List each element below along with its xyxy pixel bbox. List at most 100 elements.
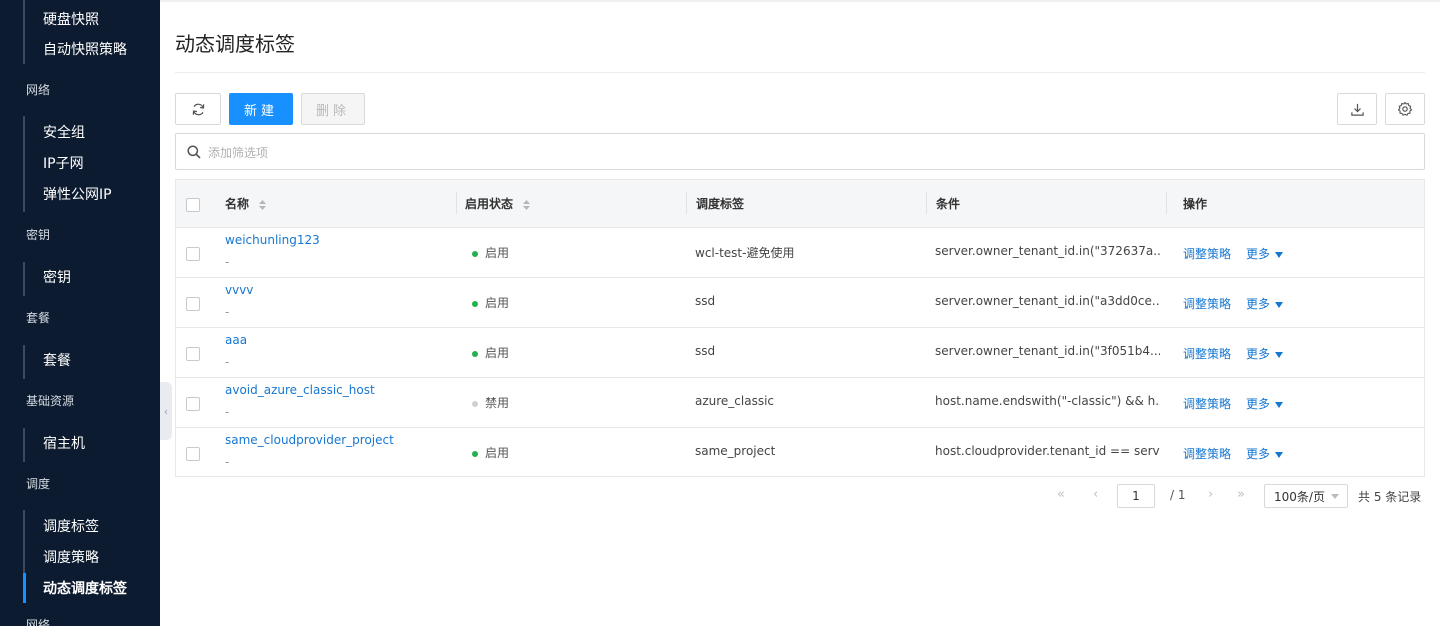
page-size-select[interactable]: 100条/页 — [1264, 484, 1348, 508]
caret-down-icon — [1275, 301, 1284, 308]
settings-button[interactable] — [1385, 93, 1425, 125]
more-dropdown[interactable]: 更多 — [1246, 395, 1284, 412]
total-pages: / 1 — [1170, 488, 1186, 502]
sidebar-collapse-handle[interactable]: ‹ — [160, 382, 172, 440]
more-label: 更多 — [1246, 397, 1271, 411]
more-dropdown[interactable]: 更多 — [1246, 245, 1284, 262]
row-checkbox[interactable] — [186, 297, 200, 311]
row-checkbox[interactable] — [186, 397, 200, 411]
sidebar-item-hosts[interactable]: 宿主机 — [43, 434, 85, 454]
sidebar-group-line — [23, 116, 25, 212]
row-condition: host.cloudprovider.tenant_id == serv... — [935, 444, 1160, 458]
status-dot — [472, 350, 478, 357]
caret-down-icon — [1275, 451, 1284, 458]
sidebar-item-ip-subnet[interactable]: IP子网 — [43, 154, 84, 174]
sidebar-group-scheduling[interactable]: 调度 — [26, 475, 50, 493]
status-text: 启用 — [485, 346, 510, 360]
sidebar-item-keys[interactable]: 密钥 — [43, 268, 71, 288]
row-tag: same_project — [695, 444, 776, 458]
table-row: avoid_azure_classic_host - 禁用 azure_clas… — [176, 378, 1424, 428]
last-page-icon[interactable]: » — [1237, 487, 1245, 502]
adjust-policy-link[interactable]: 调整策略 — [1183, 295, 1231, 312]
sidebar-active-indicator — [23, 573, 26, 603]
adjust-policy-link[interactable]: 调整策略 — [1183, 245, 1231, 262]
more-label: 更多 — [1246, 447, 1271, 461]
row-checkbox[interactable] — [186, 447, 200, 461]
sidebar-group-infra[interactable]: 基础资源 — [26, 392, 74, 410]
select-all-checkbox[interactable] — [186, 198, 200, 212]
status-text: 启用 — [485, 446, 510, 460]
row-description: - — [225, 455, 230, 469]
more-dropdown[interactable]: 更多 — [1246, 295, 1284, 312]
caret-down-icon — [1275, 351, 1284, 358]
sort-icon[interactable] — [522, 199, 531, 211]
new-button[interactable]: 新建 — [229, 93, 293, 125]
row-description: - — [225, 255, 230, 269]
sidebar-group-network[interactable]: 网络 — [26, 81, 50, 99]
status-dot — [472, 450, 478, 457]
column-header-tag: 调度标签 — [696, 197, 745, 211]
row-description: - — [225, 355, 230, 369]
row-name-link[interactable]: weichunling123 — [225, 233, 320, 247]
row-name-link[interactable]: avoid_azure_classic_host — [225, 383, 375, 397]
status-badge: 启用 — [472, 444, 509, 461]
prev-page-icon[interactable]: ‹ — [1093, 487, 1098, 502]
table-row: aaa - 启用 ssd server.owner_tenant_id.in("… — [176, 328, 1424, 378]
download-button[interactable] — [1337, 93, 1377, 125]
row-name-link[interactable]: same_cloudprovider_project — [225, 433, 394, 447]
row-description: - — [225, 305, 230, 319]
status-badge: 启用 — [472, 294, 509, 311]
more-dropdown[interactable]: 更多 — [1246, 345, 1284, 362]
delete-button[interactable]: 删除 — [301, 93, 365, 125]
filter-search-box[interactable] — [175, 133, 1425, 170]
status-dot — [472, 300, 478, 307]
title-divider — [175, 72, 1425, 73]
next-page-icon[interactable]: › — [1208, 487, 1213, 502]
row-description: - — [225, 405, 230, 419]
sidebar-group-line — [23, 510, 25, 574]
status-dot — [472, 400, 478, 407]
row-condition: server.owner_tenant_id.in("3f051b4... — [935, 344, 1160, 358]
caret-down-icon — [1275, 251, 1284, 258]
row-name-link[interactable]: aaa — [225, 333, 247, 347]
sidebar-item-auto-snapshot[interactable]: 自动快照策略 — [43, 40, 127, 60]
refresh-icon — [192, 103, 204, 115]
sort-icon[interactable] — [258, 199, 267, 211]
first-page-icon[interactable]: « — [1057, 487, 1065, 502]
row-checkbox[interactable] — [186, 347, 200, 361]
sidebar-item-sched-tags[interactable]: 调度标签 — [43, 517, 99, 537]
more-label: 更多 — [1246, 297, 1271, 311]
filter-search-input[interactable] — [206, 142, 1410, 164]
sidebar-item-disk-snapshot[interactable]: 硬盘快照 — [43, 10, 99, 30]
status-text: 禁用 — [485, 396, 510, 410]
adjust-policy-link[interactable]: 调整策略 — [1183, 395, 1231, 412]
sidebar-item-security-group[interactable]: 安全组 — [43, 123, 85, 143]
refresh-button[interactable] — [175, 93, 221, 125]
table-row: same_cloudprovider_project - 启用 same_pro… — [176, 428, 1424, 476]
sidebar-group-network-2[interactable]: 网络 — [26, 616, 50, 626]
column-divider — [456, 192, 457, 214]
column-divider — [1166, 192, 1167, 214]
top-border — [160, 0, 1440, 2]
adjust-policy-link[interactable]: 调整策略 — [1183, 445, 1231, 462]
sidebar-item-plans[interactable]: 套餐 — [43, 351, 71, 371]
column-header-name[interactable]: 名称 — [225, 195, 267, 212]
row-condition: server.owner_tenant_id.in("a3dd0ce... — [935, 294, 1160, 308]
caret-down-icon — [1275, 401, 1284, 408]
sidebar-group-keys[interactable]: 密钥 — [26, 226, 50, 244]
status-badge: 启用 — [472, 244, 509, 261]
row-checkbox[interactable] — [186, 247, 200, 261]
sidebar-item-dynamic-sched-tags[interactable]: 动态调度标签 — [43, 579, 127, 599]
sidebar-item-sched-policies[interactable]: 调度策略 — [43, 548, 99, 568]
more-dropdown[interactable]: 更多 — [1246, 445, 1284, 462]
sidebar-item-eip[interactable]: 弹性公网IP — [43, 185, 112, 205]
adjust-policy-link[interactable]: 调整策略 — [1183, 345, 1231, 362]
sidebar: 硬盘快照 自动快照策略 网络 安全组 IP子网 弹性公网IP 密钥 密钥 套餐 … — [0, 0, 160, 626]
status-dot — [472, 250, 478, 257]
row-name-link[interactable]: vvvv — [225, 283, 253, 297]
page-number-input[interactable]: 1 — [1117, 484, 1155, 508]
sidebar-group-plans[interactable]: 套餐 — [26, 309, 50, 327]
total-records: 共 5 条记录 — [1358, 490, 1422, 504]
column-header-status[interactable]: 启用状态 — [465, 195, 531, 212]
sidebar-group-line — [23, 428, 25, 462]
